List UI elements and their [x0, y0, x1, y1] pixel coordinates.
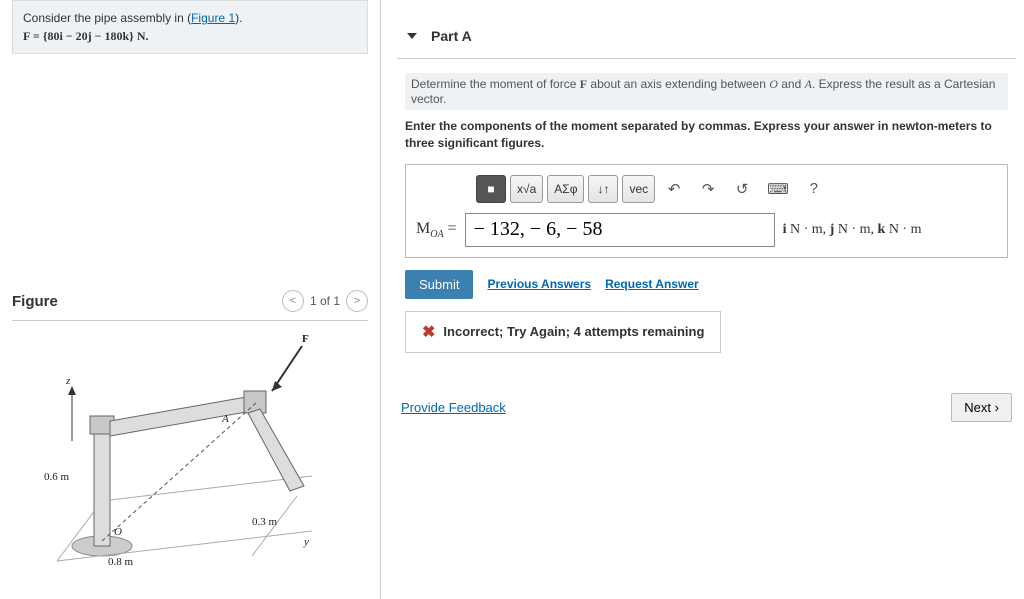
figure-diagram: F z A O y 0.6 m 0.8 m 0.3 m [12, 331, 332, 571]
part-a-title: Part A [431, 28, 472, 44]
undo-button[interactable]: ↶ [659, 175, 689, 203]
help-button[interactable]: ? [799, 175, 829, 203]
formula-toolbar: ■ x√a ΑΣφ ↓↑ vec ↶ ↷ ↺ ⌨ ? [476, 175, 997, 203]
left-sidebar: Consider the pipe assembly in (Figure 1)… [0, 0, 380, 599]
instruction-2: Enter the components of the moment separ… [405, 118, 1008, 152]
reset-button[interactable]: ↺ [727, 175, 757, 203]
figure-section: Figure < 1 of 1 > [12, 284, 368, 571]
label-d2: 0.8 m [108, 556, 133, 568]
subscript-button[interactable]: ↓↑ [588, 175, 618, 203]
chevron-right-icon: › [995, 400, 999, 415]
label-O: O [114, 526, 122, 538]
answer-input[interactable] [465, 213, 775, 247]
label-d3: 0.3 m [252, 516, 277, 528]
label-F: F [302, 333, 309, 345]
figure-page-label: 1 of 1 [310, 294, 340, 308]
root-button[interactable]: x√a [510, 175, 543, 203]
templates-button[interactable]: ■ [476, 175, 506, 203]
force-equation: F = {80i − 20j − 180k} N. [23, 29, 149, 43]
provide-feedback-link[interactable]: Provide Feedback [401, 400, 506, 415]
instruction-1: Determine the moment of force F about an… [405, 73, 1008, 110]
next-button[interactable]: Next › [951, 393, 1012, 422]
feedback-text: Incorrect; Try Again; 4 attempts remaini… [443, 324, 704, 339]
figure-1-link[interactable]: Figure 1 [191, 11, 235, 25]
main-content: Part A Determine the moment of force F a… [380, 0, 1024, 599]
feedback-box: ✖ Incorrect; Try Again; 4 attempts remai… [405, 311, 721, 353]
figure-title: Figure [12, 293, 58, 310]
label-A: A [222, 413, 229, 425]
units-label: i N · m, j N · m, k N · m [783, 222, 922, 238]
greek-button[interactable]: ΑΣφ [547, 175, 584, 203]
label-d1: 0.6 m [44, 471, 69, 483]
label-z: z [66, 375, 70, 387]
problem-intro-text: Consider the pipe assembly in ( [23, 11, 191, 25]
redo-button[interactable]: ↷ [693, 175, 723, 203]
previous-answers-link[interactable]: Previous Answers [487, 277, 591, 291]
figure-pager: < 1 of 1 > [282, 290, 368, 312]
problem-statement: Consider the pipe assembly in (Figure 1)… [12, 0, 368, 54]
keyboard-button[interactable]: ⌨ [761, 175, 795, 203]
moa-label: MOA = [416, 220, 457, 240]
part-a-header[interactable]: Part A [397, 14, 1016, 58]
submit-button[interactable]: Submit [405, 270, 473, 299]
label-y: y [304, 536, 309, 548]
chevron-down-icon [407, 33, 417, 39]
x-icon: ✖ [422, 322, 435, 342]
problem-intro-end: ). [235, 11, 242, 25]
answer-area: ■ x√a ΑΣφ ↓↑ vec ↶ ↷ ↺ ⌨ ? MOA = i N · m… [405, 164, 1008, 258]
request-answer-link[interactable]: Request Answer [605, 277, 699, 291]
figure-next-button[interactable]: > [346, 290, 368, 312]
figure-prev-button[interactable]: < [282, 290, 304, 312]
vec-button[interactable]: vec [622, 175, 655, 203]
